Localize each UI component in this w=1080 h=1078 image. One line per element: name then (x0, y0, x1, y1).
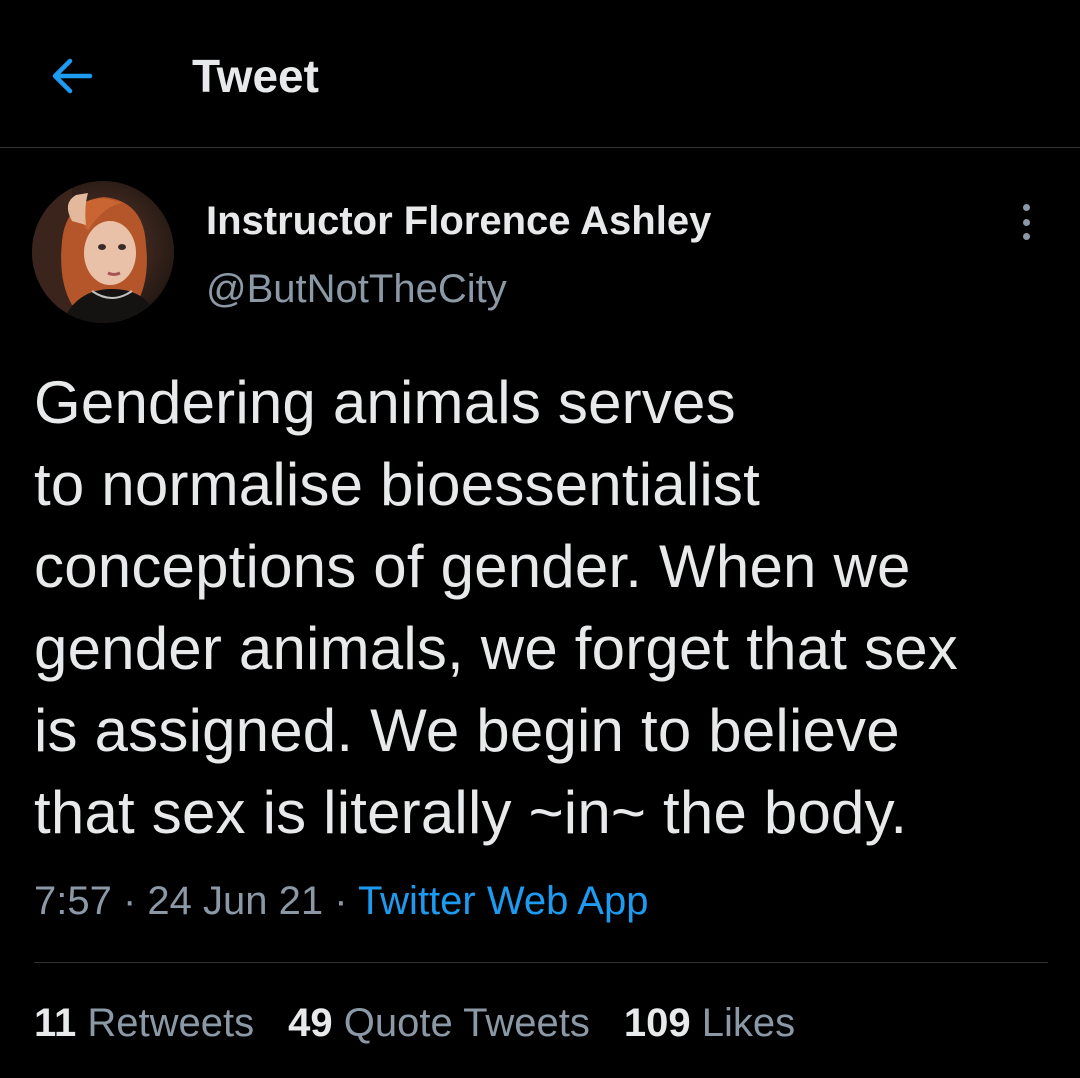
tweet-metadata: 7:57 · 24 Jun 21 · Twitter Web App (34, 874, 648, 928)
tweet-line: conceptions of gender. When we (34, 533, 911, 600)
tweet-line: that sex is literally ~in~ the body. (34, 779, 908, 846)
retweets-label: Retweets (76, 1001, 255, 1045)
arrow-left-icon (52, 58, 93, 94)
author-handle[interactable]: @ButNotTheCity (206, 264, 507, 314)
likes-stat[interactable]: 109 Likes (624, 996, 795, 1050)
more-vertical-icon (1022, 204, 1030, 211)
engagement-stats: 11 Retweets 49 Quote Tweets 109 Likes (34, 996, 829, 1050)
more-options-button[interactable] (1006, 200, 1046, 244)
meta-separator: · (323, 879, 358, 923)
tweet-date[interactable]: 24 Jun 21 (147, 879, 323, 923)
more-vertical-icon (1022, 218, 1030, 226)
tweet-line: Gendering animals serves (34, 369, 736, 436)
quote-tweets-stat[interactable]: 49 Quote Tweets (288, 996, 590, 1050)
tweet-line: is assigned. We begin to believe (34, 697, 900, 764)
top-bar: Tweet (0, 0, 1080, 148)
quote-tweets-count: 49 (288, 1001, 333, 1045)
quote-tweets-label: Quote Tweets (332, 1001, 590, 1045)
profile-photo (32, 181, 174, 323)
tweet-line: gender animals, we forget that sex (34, 615, 958, 682)
back-button[interactable] (44, 48, 100, 104)
meta-separator: · (111, 879, 148, 923)
retweets-count: 11 (34, 1001, 77, 1045)
divider (34, 962, 1048, 963)
author-name[interactable]: Instructor Florence Ashley (206, 196, 711, 246)
retweets-stat[interactable]: 11 Retweets (34, 996, 254, 1050)
tweet-text: Gendering animals serves to normalise bi… (34, 362, 1054, 854)
tweet-source-link[interactable]: Twitter Web App (358, 879, 649, 923)
likes-count: 109 (623, 1001, 691, 1045)
more-vertical-icon (1022, 233, 1030, 240)
avatar[interactable] (32, 181, 174, 323)
tweet-time[interactable]: 7:57 (34, 879, 112, 923)
likes-label: Likes (690, 1001, 796, 1045)
page-title: Tweet (192, 50, 319, 102)
tweet-line: to normalise bioessentialist (34, 451, 760, 518)
